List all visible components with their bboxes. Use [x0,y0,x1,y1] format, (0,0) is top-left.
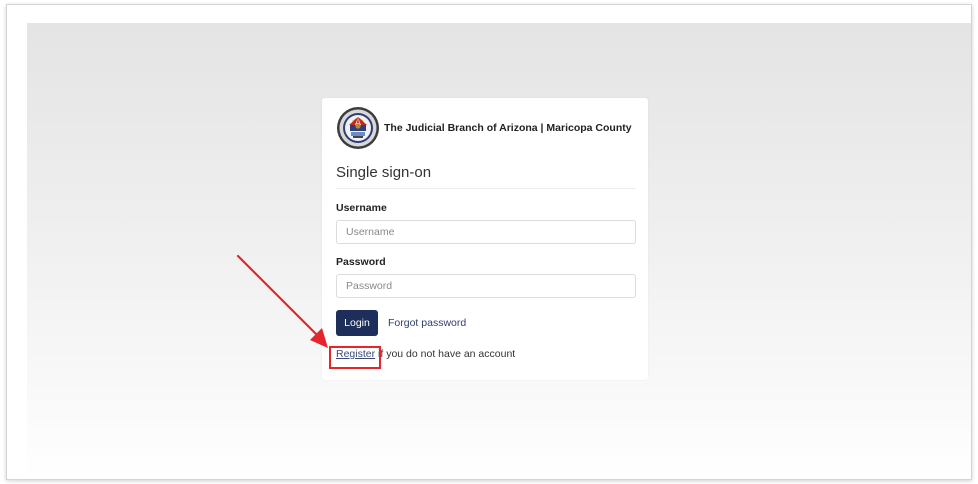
arizona-judicial-seal-icon [337,107,379,149]
forgot-password-link[interactable]: Forgot password [388,317,466,329]
register-hint-text: if you do not have an account [375,348,516,360]
username-input[interactable] [336,220,636,244]
brand-title: The Judicial Branch of Arizona | Maricop… [384,122,632,134]
brand-header: The Judicial Branch of Arizona | Maricop… [336,104,632,152]
login-button[interactable]: Login [336,310,378,336]
page-title: Single sign-on [336,164,432,181]
login-card: The Judicial Branch of Arizona | Maricop… [322,98,648,380]
password-label: Password [336,256,386,268]
register-line: Register if you do not have an account [336,348,515,360]
divider [336,188,636,189]
register-link[interactable]: Register [336,348,375,360]
username-label: Username [336,202,387,214]
password-input[interactable] [336,274,636,298]
